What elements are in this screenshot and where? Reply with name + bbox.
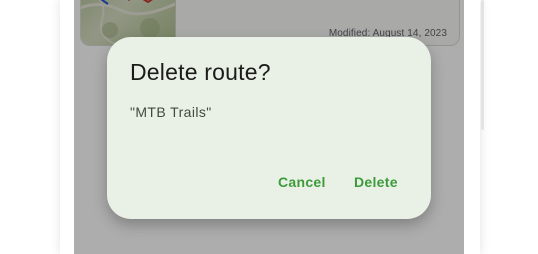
dialog-message: "MTB Trails": [130, 104, 212, 120]
dialog-title: Delete route?: [130, 59, 271, 85]
delete-button[interactable]: Delete: [354, 174, 398, 194]
screen: Modified: August 14, 2023 Delete route? …: [0, 0, 538, 254]
scrollbar[interactable]: [481, 0, 484, 130]
cancel-button[interactable]: Cancel: [278, 174, 326, 194]
delete-route-dialog: Delete route? "MTB Trails" Cancel Delete: [107, 37, 431, 219]
